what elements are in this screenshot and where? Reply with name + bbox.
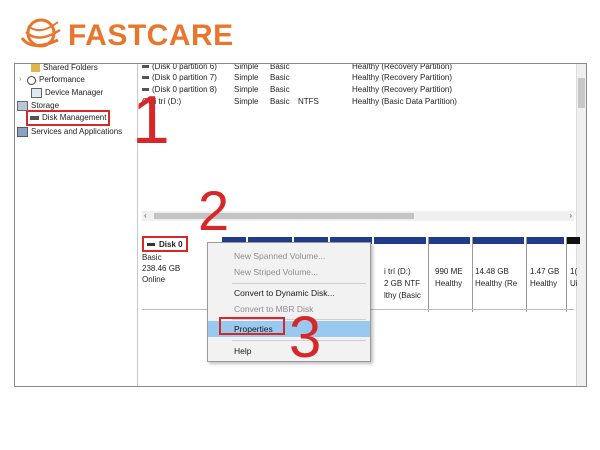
partition-divider bbox=[472, 237, 473, 312]
volume-status: Healthy (Recovery Partition) bbox=[352, 85, 453, 94]
tree-item-label: Disk Management bbox=[42, 113, 107, 122]
partition-info[interactable]: 14.48 GB Healthy (Re bbox=[475, 266, 517, 290]
volume-status: Healthy (Basic Data Partition) bbox=[352, 97, 457, 106]
disk-0-label[interactable]: Disk 0 bbox=[142, 236, 188, 252]
volume-row[interactable]: (Disk 0 partition 7) Simple Basic Health… bbox=[142, 72, 572, 83]
fastcare-logo: FASTCARE bbox=[18, 18, 234, 54]
partition-status: lthy (Basic bbox=[384, 291, 421, 300]
menu-item-convert-dynamic-disk[interactable]: Convert to Dynamic Disk... bbox=[208, 285, 370, 301]
properties-highlight-box bbox=[219, 317, 285, 335]
partition-divider bbox=[526, 237, 527, 312]
menu-separator bbox=[232, 283, 366, 284]
annotation-number-3: 3 bbox=[289, 305, 322, 370]
scrollbar-thumb[interactable] bbox=[578, 78, 585, 108]
menu-item-new-striped-volume[interactable]: New Striped Volume... bbox=[208, 264, 370, 280]
partition-divider bbox=[428, 237, 429, 312]
annotation-number-1: 1 bbox=[132, 82, 170, 158]
volume-status: Healthy (Recovery Partition) bbox=[352, 63, 453, 71]
tree-item-device-manager[interactable]: Device Manager bbox=[31, 88, 103, 98]
console-tree: Shared Folders › Performance Device Mana… bbox=[15, 64, 138, 386]
partition-info[interactable]: 1.47 GB Healthy bbox=[530, 266, 559, 290]
volume-row[interactable]: (Disk 0 partition 6) Simple Basic Health… bbox=[142, 63, 572, 72]
partition-bar[interactable] bbox=[472, 237, 524, 244]
folder-icon bbox=[31, 64, 40, 72]
volume-type: Basic bbox=[270, 73, 290, 82]
tree-item-label: Services and Applications bbox=[31, 127, 123, 136]
volume-layout: Simple bbox=[234, 73, 259, 82]
scroll-left-icon[interactable]: ‹ bbox=[144, 211, 147, 221]
tree-item-label: Performance bbox=[39, 75, 85, 84]
volume-fs: NTFS bbox=[298, 97, 319, 106]
partition-info[interactable]: 1( Ui bbox=[570, 266, 578, 290]
vertical-scrollbar[interactable] bbox=[576, 64, 586, 386]
partition-status: Ui bbox=[570, 279, 578, 288]
disk-icon bbox=[30, 116, 39, 120]
partition-info[interactable]: 990 ME Healthy bbox=[435, 266, 463, 290]
scrollbar-thumb[interactable] bbox=[154, 213, 414, 219]
disk-name: Disk 0 bbox=[159, 239, 183, 249]
partition-info[interactable]: i trí (D:) 2 GB NTF lthy (Basic bbox=[384, 266, 421, 302]
partition-icon bbox=[142, 65, 149, 69]
partition-size: 1.47 GB bbox=[530, 267, 560, 276]
partition-title: i trí (D:) bbox=[384, 267, 411, 276]
annotation-number-2: 2 bbox=[198, 179, 230, 242]
partition-size: 2 GB NTF bbox=[384, 279, 421, 288]
device-manager-icon bbox=[31, 88, 42, 98]
volume-type: Basic bbox=[270, 97, 290, 106]
partition-divider bbox=[566, 237, 567, 312]
volume-type: Basic bbox=[270, 63, 290, 71]
performance-icon bbox=[27, 75, 36, 85]
tree-item-label: Shared Folders bbox=[43, 63, 98, 72]
partition-bar[interactable] bbox=[526, 237, 564, 244]
volume-layout: Simple bbox=[234, 63, 259, 71]
volume-row[interactable]: Giải trí (D:) Simple Basic NTFS Healthy … bbox=[142, 96, 572, 107]
tree-item-shared-folders[interactable]: Shared Folders bbox=[31, 63, 98, 73]
menu-item-new-spanned-volume[interactable]: New Spanned Volume... bbox=[208, 248, 370, 264]
services-icon bbox=[17, 127, 28, 137]
tree-item-performance[interactable]: › Performance bbox=[19, 75, 85, 85]
partition-bar[interactable] bbox=[374, 237, 426, 244]
partition-size: 1( bbox=[570, 267, 578, 276]
volume-status: Healthy (Recovery Partition) bbox=[352, 73, 453, 82]
volume-name: (Disk 0 partition 6) bbox=[152, 63, 217, 71]
disk-icon bbox=[147, 242, 155, 246]
scroll-right-icon[interactable]: › bbox=[569, 211, 572, 221]
volume-type: Basic bbox=[270, 85, 290, 94]
unallocated-bar[interactable] bbox=[566, 237, 580, 244]
volume-layout: Simple bbox=[234, 85, 259, 94]
tree-item-label: Device Manager bbox=[45, 88, 104, 97]
partition-size: 14.48 GB bbox=[475, 267, 509, 276]
partition-status: Healthy bbox=[435, 279, 463, 288]
tree-item-services-and-applications[interactable]: Services and Applications bbox=[17, 127, 122, 137]
volume-name: (Disk 0 partition 7) bbox=[152, 73, 217, 82]
fastcare-swoosh-icon bbox=[20, 18, 61, 48]
partition-status: Healthy bbox=[530, 279, 558, 288]
tree-item-disk-management[interactable]: Disk Management bbox=[26, 110, 111, 126]
logo-text: FASTCARE bbox=[68, 19, 234, 52]
partition-icon bbox=[142, 76, 149, 80]
partition-bar[interactable] bbox=[428, 237, 470, 244]
volume-layout: Simple bbox=[234, 97, 259, 106]
volume-row[interactable]: (Disk 0 partition 8) Simple Basic Health… bbox=[142, 84, 572, 95]
partition-size: 990 ME bbox=[435, 267, 463, 276]
chevron-right-icon: › bbox=[19, 76, 22, 83]
partition-status: Healthy (Re bbox=[475, 279, 518, 288]
